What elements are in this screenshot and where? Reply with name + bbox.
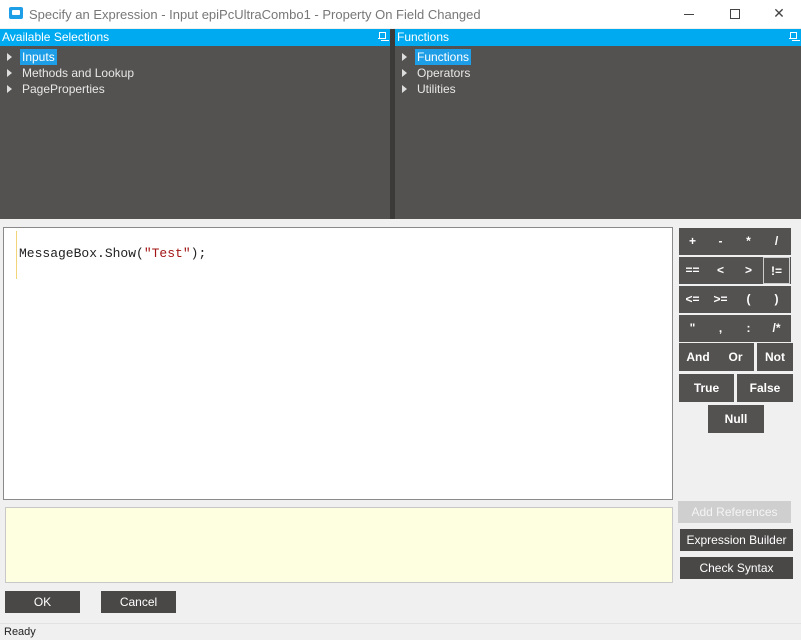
tree-item-inputs[interactable]: Inputs [0, 49, 390, 65]
status-bar: Ready [0, 623, 801, 639]
tree-item-label[interactable]: Functions [415, 49, 472, 65]
panel-header: Available Selections [0, 29, 390, 46]
false-button[interactable]: False [737, 374, 793, 402]
window-title: Specify an Expression - Input epiPcUltra… [29, 7, 481, 22]
panel-header: Functions [395, 29, 801, 46]
less-equal-button[interactable]: <= [679, 286, 706, 313]
code-string-literal: "Test" [143, 246, 191, 261]
plus-button[interactable]: + [679, 228, 706, 255]
expand-arrow-icon[interactable] [402, 69, 407, 77]
divide-button[interactable]: / [763, 228, 790, 255]
code-text: ); [190, 246, 207, 261]
maximize-button[interactable] [712, 0, 758, 28]
close-paren-button[interactable]: ) [763, 286, 790, 313]
greater-than-button[interactable]: > [735, 257, 762, 284]
code-text: MessageBox.Show( [19, 246, 144, 261]
tree-item-label[interactable]: PageProperties [20, 81, 107, 97]
pin-icon[interactable] [789, 31, 797, 42]
functions-panel: Functions Functions Operators Utilities [395, 29, 801, 219]
tree-item-pageproperties[interactable]: PageProperties [0, 81, 390, 97]
expression-builder-button[interactable]: Expression Builder [680, 529, 793, 551]
expand-arrow-icon[interactable] [7, 53, 12, 61]
minimize-button[interactable] [666, 0, 712, 28]
panel-title: Available Selections [2, 30, 110, 44]
tree-item-label[interactable]: Utilities [415, 81, 458, 97]
pin-icon[interactable] [378, 31, 386, 42]
less-than-button[interactable]: < [707, 257, 734, 284]
colon-button[interactable]: : [735, 315, 762, 342]
tree-item-operators[interactable]: Operators [395, 65, 801, 81]
change-margin [16, 231, 17, 279]
app-icon [9, 7, 23, 19]
tree-item-functions[interactable]: Functions [395, 49, 801, 65]
comment-button[interactable]: /* [763, 315, 790, 342]
minimize-icon [684, 13, 694, 15]
cancel-button[interactable]: Cancel [101, 591, 176, 613]
expand-arrow-icon[interactable] [402, 53, 407, 61]
comma-button[interactable]: , [707, 315, 734, 342]
not-button[interactable]: Not [757, 343, 793, 371]
equals-button[interactable]: == [679, 257, 706, 284]
tree-item-label[interactable]: Methods and Lookup [20, 65, 136, 81]
ok-button[interactable]: OK [5, 591, 80, 613]
close-button[interactable]: ✕ [756, 0, 801, 28]
and-button[interactable]: And [679, 343, 717, 371]
syntax-output-area[interactable] [5, 507, 673, 583]
title-bar: Specify an Expression - Input epiPcUltra… [0, 0, 801, 28]
check-syntax-button[interactable]: Check Syntax [680, 557, 793, 579]
minus-button[interactable]: - [707, 228, 734, 255]
panel-title: Functions [397, 30, 450, 44]
null-button[interactable]: Null [708, 405, 764, 433]
open-paren-button[interactable]: ( [735, 286, 762, 313]
or-button[interactable]: Or [717, 343, 754, 371]
add-references-button[interactable]: Add References [678, 501, 791, 523]
tree: Inputs Methods and Lookup PageProperties [0, 46, 390, 97]
expand-arrow-icon[interactable] [7, 69, 12, 77]
not-equals-button[interactable]: != [763, 257, 790, 284]
expand-arrow-icon[interactable] [402, 85, 407, 93]
quote-button[interactable]: " [679, 315, 706, 342]
tree-item-label[interactable]: Operators [415, 65, 472, 81]
close-icon: ✕ [773, 5, 785, 21]
expression-editor[interactable]: MessageBox.Show("Test"); [3, 227, 673, 500]
expand-arrow-icon[interactable] [7, 85, 12, 93]
code-line[interactable]: MessageBox.Show("Test"); [19, 246, 206, 261]
status-text: Ready [4, 626, 36, 638]
true-button[interactable]: True [679, 374, 734, 402]
tree-item-label[interactable]: Inputs [20, 49, 57, 65]
tree-item-methods-and-lookup[interactable]: Methods and Lookup [0, 65, 390, 81]
tree-item-utilities[interactable]: Utilities [395, 81, 801, 97]
available-selections-panel: Available Selections Inputs Methods and … [0, 29, 390, 219]
maximize-icon [730, 9, 740, 20]
expression-dialog: Specify an Expression - Input epiPcUltra… [0, 0, 801, 639]
multiply-button[interactable]: * [735, 228, 762, 255]
tree: Functions Operators Utilities [395, 46, 801, 97]
greater-equal-button[interactable]: >= [707, 286, 734, 313]
